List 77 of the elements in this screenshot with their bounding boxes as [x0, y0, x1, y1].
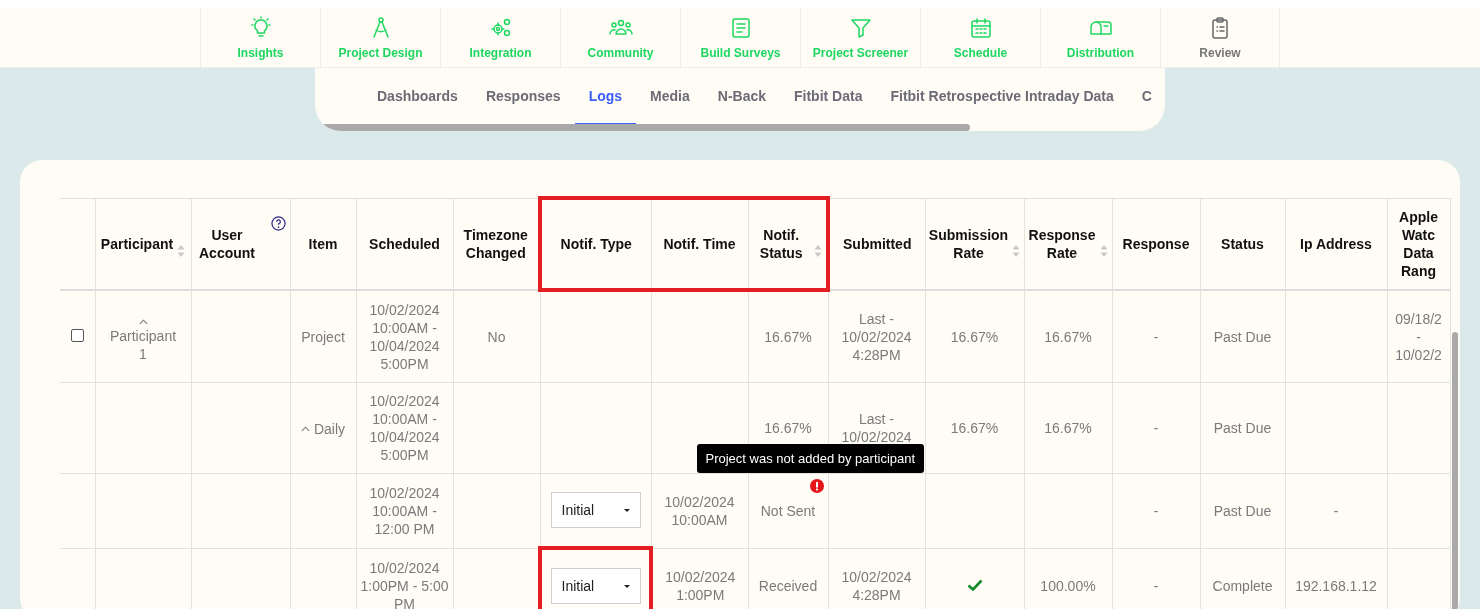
column-label: Submitted — [843, 234, 912, 253]
column-label: Notif. Type — [560, 235, 632, 253]
sort-icon[interactable] — [1099, 243, 1108, 258]
subtab[interactable]: C — [1127, 68, 1165, 125]
column-header[interactable]: Response Rate — [1024, 198, 1112, 290]
subtab[interactable]: Dashboards — [363, 68, 472, 125]
cell-text: Last - 10/02/2024 4:28PM — [841, 310, 912, 363]
sort-icon[interactable] — [814, 244, 822, 258]
column-label: Response — [1122, 234, 1190, 253]
cell-text: 10/02/2024 10:00AM - 10/04/2024 5:00PM — [369, 301, 440, 372]
caret-icon — [138, 318, 148, 325]
cell-text: 192.168.1.12 — [1295, 578, 1377, 594]
cell-text: Project — [301, 328, 345, 345]
subtab[interactable]: Fitbit Retrospective Intraday Data — [876, 68, 1128, 125]
column-label: Scheduled — [369, 234, 440, 253]
column-label: Participant — [100, 234, 174, 253]
column-label: Item — [308, 234, 338, 253]
column-label: Status — [1221, 234, 1264, 253]
cell-text: 16.67% — [950, 328, 999, 345]
subtab[interactable]: Fitbit Data — [780, 68, 877, 125]
column-header[interactable]: Notif. Status — [748, 198, 828, 290]
notification-type-dropdown[interactable]: Initial — [550, 568, 641, 604]
caret-icon — [623, 584, 630, 588]
column-header[interactable]: Participant — [95, 198, 191, 290]
cell-text: 10/02/2024 1:00PM — [665, 569, 736, 603]
cell-text: 10/02/2024 10:00AM - 12:00 PM — [369, 484, 440, 537]
cell-text: 10/02/2024 10:00AM — [664, 493, 735, 528]
cell-text: Last - 10/02/2024 — [841, 411, 912, 445]
cell-text: Past Due — [1213, 502, 1272, 519]
tooltip: Project was not added by participant — [696, 444, 925, 473]
alert-icon[interactable] — [809, 479, 824, 493]
cell-text: 10/02/2024 4:28PM — [841, 569, 912, 603]
subtab[interactable]: Responses — [471, 68, 575, 125]
column-label: Timezone Changed — [462, 225, 529, 262]
cell-text: - — [1153, 328, 1159, 345]
cell-text: Complete — [1212, 578, 1273, 594]
cell-text: Past Due — [1213, 420, 1272, 436]
column-label: Notif. Status — [758, 226, 804, 262]
module-tab[interactable]: Review — [1160, 8, 1280, 67]
column-label: Notif. Time — [663, 235, 736, 253]
cell-text: No — [487, 328, 506, 345]
scrollbar-thumb[interactable] — [1452, 332, 1458, 609]
subtab[interactable]: Media — [636, 68, 704, 125]
column-label: User Account — [198, 225, 256, 262]
column-label: Apple Watc Data Rang — [1398, 207, 1439, 280]
cell-text: Not Sent — [760, 502, 816, 519]
caret-icon — [623, 508, 630, 512]
column-label: Ip Address — [1300, 234, 1372, 253]
cell-text: 16.67% — [764, 329, 812, 345]
caret-icon — [300, 426, 310, 432]
lightbulb-icon — [248, 15, 273, 40]
cell-text: 09/18/2 - 10/02/2 — [1395, 310, 1442, 363]
subtab[interactable]: N-Back — [703, 68, 780, 125]
sort-icon[interactable] — [1012, 243, 1021, 258]
cell-text: 16.67% — [950, 420, 999, 436]
help-icon[interactable] — [270, 215, 286, 231]
cell-text: Past Due — [1213, 328, 1272, 345]
cell-text: - — [1153, 578, 1159, 594]
expand-toggle[interactable]: Daily — [300, 420, 346, 438]
cell-text: Received — [758, 578, 818, 594]
notification-type-dropdown[interactable]: Initial — [550, 492, 641, 528]
cell-text: 16.67% — [1044, 420, 1092, 436]
column-label: Response Rate — [1028, 225, 1096, 262]
cell-text: 100.00% — [1040, 578, 1096, 594]
column-header[interactable]: Submission Rate — [925, 198, 1024, 290]
cell-text: 10/02/2024 10:00AM - 10/04/2024 5:00PM — [369, 393, 440, 463]
cell-text: - — [1333, 502, 1339, 519]
column-label: Submission Rate — [928, 225, 1009, 262]
calendar-icon — [968, 15, 993, 40]
row-checkbox[interactable] — [70, 328, 84, 342]
cell-text: 16.67% — [764, 420, 812, 436]
checkmark-icon — [966, 579, 983, 591]
cell-text: - — [1153, 502, 1159, 519]
cell-text: 10/02/2024 1:00PM - 5:00 PM — [360, 560, 449, 609]
cell-text: 16.67% — [1044, 328, 1092, 345]
cell-text: - — [1153, 420, 1159, 436]
sort-icon[interactable] — [177, 243, 186, 258]
